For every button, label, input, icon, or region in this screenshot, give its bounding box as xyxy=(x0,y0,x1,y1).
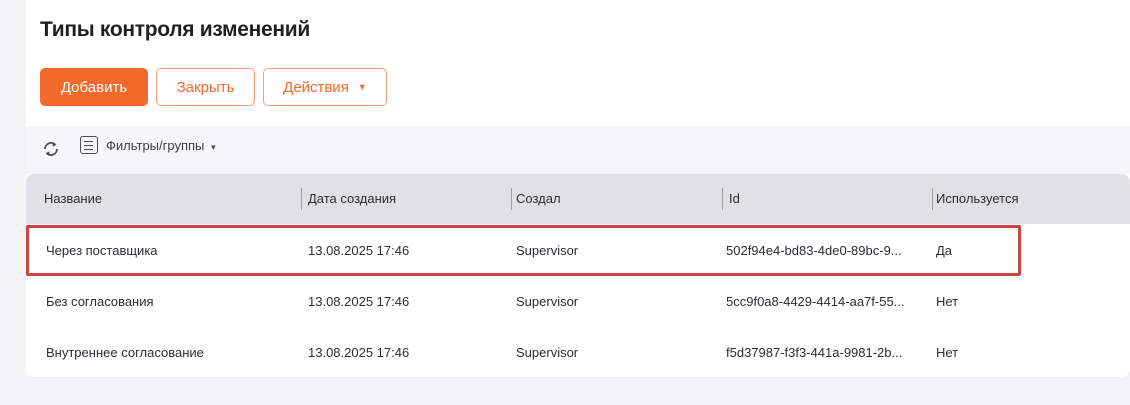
table-row[interactable]: Через поставщика 13.08.2025 17:46 Superv… xyxy=(26,225,1130,276)
chevron-down-icon: ▼ xyxy=(357,82,367,92)
cell-id: 5cc9f0a8-4429-4414-aa7f-55... xyxy=(726,294,905,309)
chevron-down-icon: ▼ xyxy=(209,143,218,152)
header-panel: Типы контроля изменений Добавить Закрыть… xyxy=(26,0,1130,126)
cell-used: Нет xyxy=(936,294,959,309)
filters-groups-menu[interactable]: Фильтры/группы ▼ xyxy=(106,138,217,153)
table-row[interactable]: Без согласования 13.08.2025 17:46 Superv… xyxy=(26,276,1130,327)
cell-created: 13.08.2025 17:46 xyxy=(308,243,410,258)
data-table: Название Дата создания Создал Id Использ… xyxy=(26,174,1130,377)
add-button-label: Добавить xyxy=(60,78,128,96)
column-header-name[interactable]: Название xyxy=(26,174,102,224)
cell-id: 502f94e4-bd83-4de0-89bc-9... xyxy=(726,243,902,258)
cell-created: 13.08.2025 17:46 xyxy=(308,345,410,360)
table-toolbar: Фильтры/группы ▼ xyxy=(26,126,1130,174)
column-header-author[interactable]: Создал xyxy=(498,174,561,224)
cell-author: Supervisor xyxy=(516,345,579,360)
table-header: Название Дата создания Создал Id Использ… xyxy=(26,174,1130,224)
cell-author: Supervisor xyxy=(516,243,579,258)
cell-used: Да xyxy=(936,243,953,258)
actions-dropdown-button[interactable]: Действия ▼ xyxy=(263,68,387,106)
table-row[interactable]: Внутреннее согласование 13.08.2025 17:46… xyxy=(26,327,1130,378)
add-button[interactable]: Добавить xyxy=(40,68,148,106)
cell-used: Нет xyxy=(936,345,959,360)
filter-list-icon[interactable] xyxy=(80,136,98,154)
cell-name: Через поставщика xyxy=(46,243,158,258)
cell-created: 13.08.2025 17:46 xyxy=(308,294,410,309)
cell-name: Без согласования xyxy=(46,294,154,309)
cell-author: Supervisor xyxy=(516,294,579,309)
page-title: Типы контроля изменений xyxy=(40,18,310,41)
filters-groups-label: Фильтры/группы xyxy=(106,138,205,153)
cell-name: Внутреннее согласование xyxy=(46,345,204,360)
refresh-icon[interactable] xyxy=(40,138,62,160)
close-button-label: Закрыть xyxy=(176,78,235,96)
column-header-used[interactable]: Используется xyxy=(918,174,1019,224)
cell-id: f5d37987-f3f3-441a-9981-2b... xyxy=(726,345,903,360)
close-button[interactable]: Закрыть xyxy=(156,68,255,106)
column-header-created[interactable]: Дата создания xyxy=(290,174,396,224)
actions-button-label: Действия xyxy=(283,78,349,96)
column-header-id[interactable]: Id xyxy=(711,174,740,224)
